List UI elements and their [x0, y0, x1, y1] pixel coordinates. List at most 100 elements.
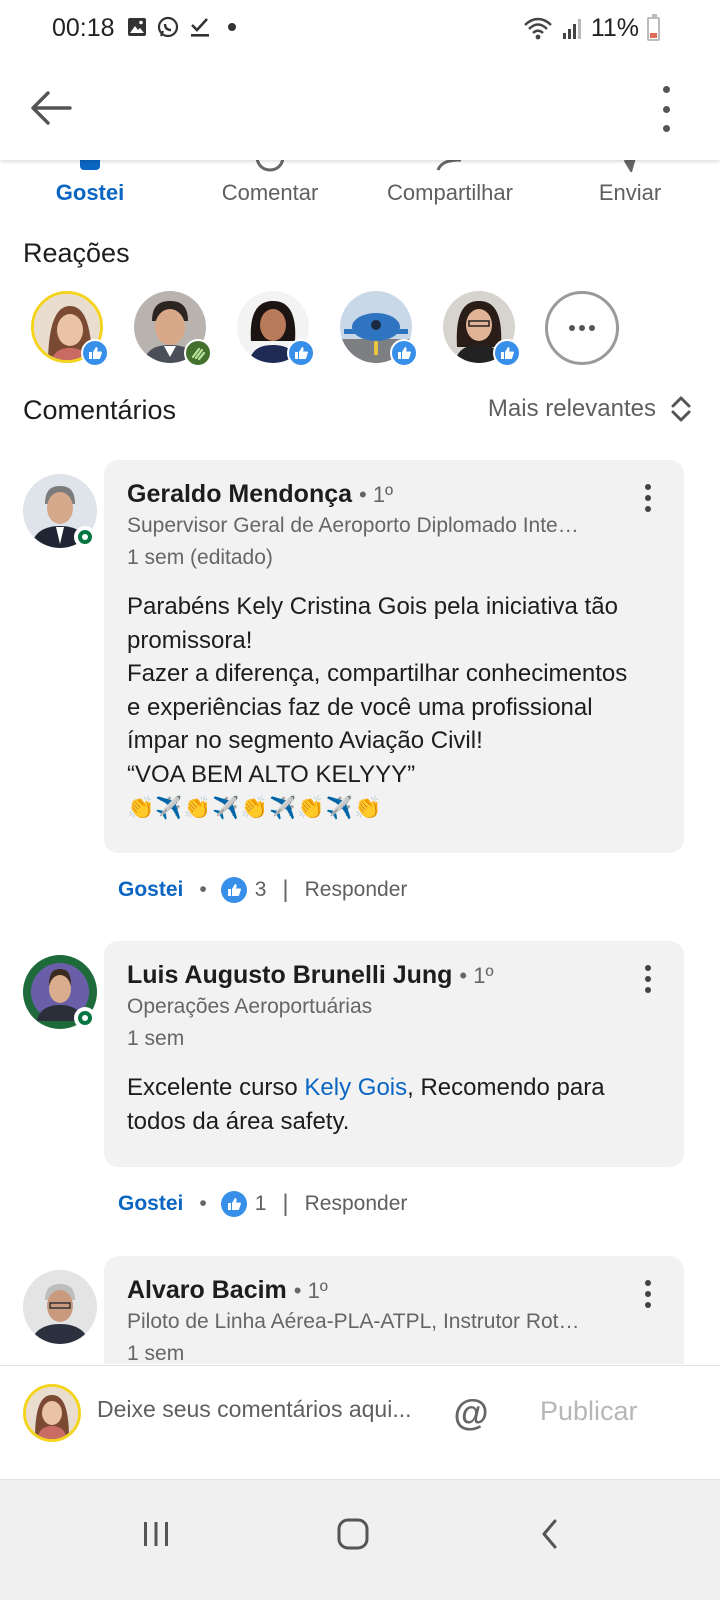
share-action-button[interactable]: Compartilhar [370, 160, 530, 226]
comment-body: Parabéns Kely Cristina Gois pela iniciat… [127, 590, 667, 825]
separator-dot: • [199, 878, 207, 901]
comment-body-line: Parabéns Kely Cristina Gois pela iniciat… [127, 593, 618, 620]
connection-degree: • 1º [459, 963, 494, 988]
comment-body-line: Fazer a diferença, compartilhar conhecim… [127, 660, 628, 687]
comment-author-headline: Piloto de Linha Aérea-PLA-ATPL, Instruto… [127, 1310, 580, 1333]
like-reaction-icon [287, 339, 315, 367]
comment-input[interactable]: Deixe seus comentários aqui... [97, 1394, 417, 1424]
system-navigation-bar [0, 1479, 720, 1600]
comment-timestamp: 1 sem [127, 1027, 185, 1050]
comment-author-name: Geraldo Mendonça [127, 480, 353, 508]
share-action-label: Compartilhar [387, 180, 513, 205]
comment-card-clip: Alvaro Bacim • 1º Piloto de Linha Aérea-… [104, 1256, 684, 1364]
publish-button[interactable]: Publicar [540, 1396, 638, 1427]
wifi-icon [523, 17, 552, 39]
comment-body-line: “VOA BEM ALTO KELYYY” [127, 760, 416, 788]
comment-body-text: Excelente curso [127, 1074, 305, 1101]
comment-like-count[interactable]: 3 [255, 878, 267, 902]
like-count-icon [220, 1191, 247, 1217]
online-status-icon [74, 526, 96, 548]
clap-reaction-icon [184, 339, 212, 367]
app-bar [0, 58, 720, 160]
comment-menu-button[interactable] [642, 484, 654, 512]
comment-timestamp: 1 sem (editado) [127, 546, 273, 569]
like-action-button[interactable]: Gostei [40, 160, 140, 226]
comment-body-line: e experiências faz de você uma profissio… [127, 693, 593, 721]
recent-apps-button[interactable] [136, 1514, 176, 1554]
comment-menu-button[interactable] [642, 1280, 654, 1308]
reaction-avatar[interactable] [340, 291, 418, 367]
reaction-avatar[interactable] [443, 291, 521, 367]
comment-menu-button[interactable] [642, 965, 654, 993]
comment-action-button[interactable]: Comentar [205, 160, 335, 226]
more-options-button[interactable] [656, 86, 676, 132]
comment-author-headline: Supervisor Geral de Aeroporto Diplomado … [127, 514, 579, 537]
send-icon [570, 160, 690, 172]
reaction-avatar[interactable] [134, 291, 212, 367]
signal-icon [562, 18, 581, 39]
arrow-left-icon [31, 91, 72, 125]
comment-icon [205, 160, 335, 172]
mention-at-button[interactable]: @ [452, 1394, 490, 1432]
like-reaction-icon [81, 339, 109, 367]
status-bar: 00:18 11% [0, 0, 720, 58]
home-icon [337, 1518, 369, 1550]
comment-reply-button[interactable]: Responder [305, 878, 408, 902]
comment-author-headline: Operações Aeroportuárias [127, 995, 373, 1018]
comment-card: Luis Augusto Brunelli Jung • 1º Operaçõe… [104, 941, 684, 1167]
back-button[interactable] [28, 88, 74, 128]
commenter-avatar[interactable] [23, 1270, 97, 1344]
comment-like-button[interactable]: Gostei [118, 1192, 183, 1216]
comment-like-button[interactable]: Gostei [118, 878, 183, 902]
post-actions: Gostei Comentar Compartilhar Enviar [0, 160, 720, 226]
reaction-avatar[interactable] [237, 291, 315, 367]
separator-dot: • [199, 1192, 207, 1215]
battery-icon [647, 13, 660, 41]
comments-title: Comentários [23, 395, 177, 425]
comment-like-count[interactable]: 1 [255, 1192, 267, 1216]
status-system-icons: 11% [523, 13, 660, 43]
sort-chevrons-icon [671, 396, 691, 422]
task-check-icon [191, 18, 209, 37]
send-action-button[interactable]: Enviar [570, 160, 690, 226]
reaction-avatar[interactable] [31, 291, 109, 367]
comment-author-name: Alvaro Bacim [127, 1276, 287, 1304]
recent-apps-icon [144, 1522, 168, 1546]
whatsapp-icon [157, 16, 179, 38]
chevron-left-icon [542, 1519, 557, 1549]
sort-dropdown[interactable]: Mais relevantes [488, 395, 692, 423]
comment-body: Excelente curso Kely Gois, Recomendo par… [127, 1071, 667, 1138]
comment-card: Geraldo Mendonça • 1º Supervisor Geral d… [104, 460, 684, 853]
comment-body-line: promissora! [127, 626, 253, 654]
online-status-icon [74, 1007, 96, 1029]
comment-author-name: Luis Augusto Brunelli Jung [127, 961, 453, 989]
comment-actions: Gostei • 3 | Responder [118, 875, 407, 905]
status-notification-icons [127, 16, 239, 38]
comment-reply-button[interactable]: Responder [305, 1192, 408, 1216]
connection-degree: • 1º [293, 1278, 328, 1303]
comment-card: Alvaro Bacim • 1º Piloto de Linha Aérea-… [104, 1256, 684, 1364]
comment-body-line: ímpar no segmento Aviação Civil! [127, 727, 483, 754]
comment-author-line[interactable]: Alvaro Bacim • 1º [127, 1276, 328, 1305]
comment-author-line[interactable]: Geraldo Mendonça • 1º [127, 480, 393, 509]
battery-percentage: 11% [590, 14, 639, 42]
mention-link[interactable]: Kely Gois [304, 1074, 407, 1101]
like-action-label: Gostei [55, 180, 125, 205]
comment-composer: Deixe seus comentários aqui... @ Publica… [0, 1365, 720, 1479]
like-reaction-icon [390, 339, 418, 367]
home-button[interactable] [333, 1514, 373, 1554]
my-avatar [23, 1384, 81, 1442]
sort-label: Mais relevantes [487, 395, 656, 422]
more-reactions-button[interactable] [545, 291, 619, 365]
separator-bar: | [282, 876, 289, 903]
notification-dot-icon [228, 23, 236, 31]
comment-author-line[interactable]: Luis Augusto Brunelli Jung • 1º [127, 961, 494, 990]
comment-timestamp: 1 sem [127, 1342, 185, 1364]
comment-emoji-line: 👏✈️👏✈️👏✈️👏✈️👏 [127, 795, 383, 820]
nav-back-button[interactable] [530, 1514, 570, 1554]
comment-action-label: Comentar [221, 180, 319, 205]
share-icon [370, 160, 530, 172]
separator-bar: | [282, 1190, 289, 1217]
reactions-title: Reações [23, 238, 130, 268]
send-action-label: Enviar [598, 180, 662, 205]
